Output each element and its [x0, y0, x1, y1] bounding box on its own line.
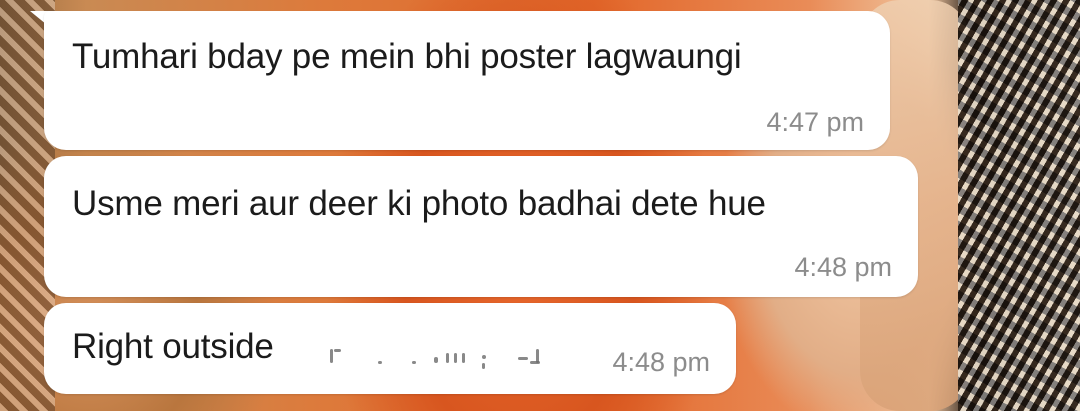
- message-bubble[interactable]: Tumhari bday pe mein bhi poster lagwaung…: [44, 11, 890, 150]
- background-pattern-right: [958, 0, 1080, 411]
- message-text: Right outside: [72, 327, 274, 366]
- redacted-text: [330, 347, 560, 369]
- message-timestamp: 4:47 pm: [766, 107, 864, 137]
- message-bubble[interactable]: Usme meri aur deer ki photo badhai dete …: [44, 156, 918, 297]
- message-timestamp: 4:48 pm: [794, 252, 892, 282]
- message-bubble[interactable]: Right outside 4:48 pm: [44, 303, 736, 394]
- message-text: Tumhari bday pe mein bhi poster lagwaung…: [72, 37, 742, 76]
- message-text: Usme meri aur deer ki photo badhai dete …: [72, 184, 766, 223]
- message-timestamp: 4:48 pm: [612, 347, 710, 377]
